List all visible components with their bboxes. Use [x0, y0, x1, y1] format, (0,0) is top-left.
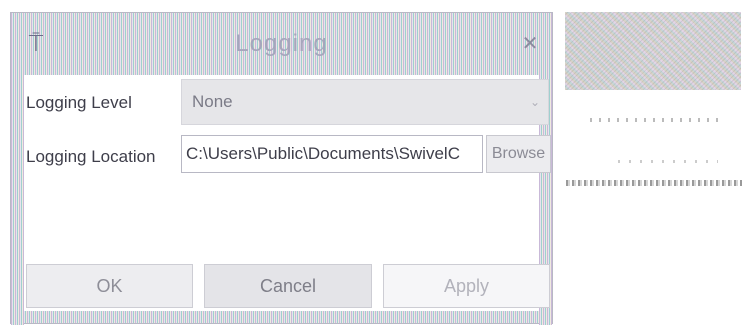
logging-level-select[interactable]: None ⌄ — [181, 79, 549, 125]
background-text-fragment — [566, 180, 742, 186]
logging-dialog: ⍑ Logging ✕ Logging Level None ⌄ Logging… — [10, 12, 553, 325]
background-window-fragment — [565, 12, 741, 90]
window-border-bottom — [11, 311, 552, 323]
background-text-fragment — [590, 118, 720, 122]
chevron-down-icon: ⌄ — [529, 95, 540, 109]
logging-level-label: Logging Level — [26, 93, 132, 112]
apply-button[interactable]: Apply — [383, 264, 550, 308]
dialog-title: Logging — [235, 30, 328, 57]
background-text-fragment — [618, 160, 718, 163]
close-icon[interactable]: ✕ — [516, 27, 544, 59]
window-border-left — [11, 75, 24, 325]
browse-button[interactable]: Browse — [486, 135, 551, 173]
logging-location-input[interactable]: C:\Users\Public\Documents\SwivelC — [181, 135, 483, 173]
logging-location-label: Logging Location — [26, 147, 156, 166]
logging-level-value: None — [192, 92, 233, 111]
title-bar[interactable]: ⍑ Logging ✕ — [11, 13, 552, 75]
cancel-button[interactable]: Cancel — [204, 264, 372, 308]
ok-button[interactable]: OK — [26, 264, 193, 308]
